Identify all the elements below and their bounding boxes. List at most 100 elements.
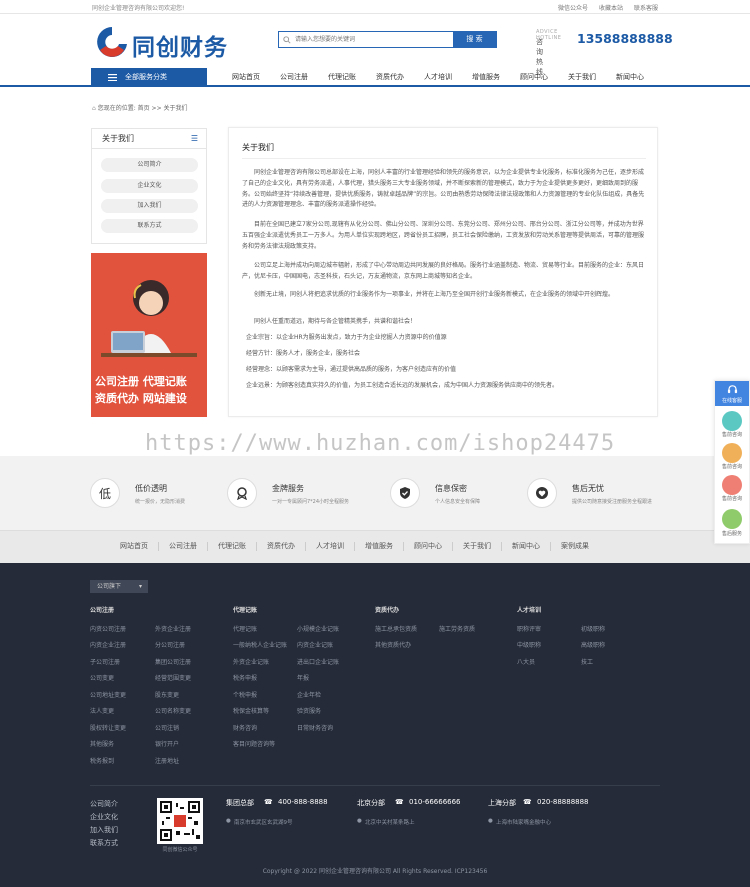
footer-link[interactable]: 银行开户 (155, 739, 179, 748)
footer-link[interactable]: 高级职称 (581, 640, 605, 649)
footer-link[interactable]: 公司名称变更 (155, 706, 191, 715)
footer-link[interactable]: 八大员 (517, 657, 535, 666)
consult-avatar-icon[interactable] (722, 443, 742, 463)
footer-link[interactable]: 股东变更 (155, 690, 179, 699)
footer-link[interactable]: 中级职称 (517, 640, 541, 649)
footer-link[interactable]: 税务报到 (90, 756, 114, 765)
wechat-link[interactable]: 微信公众号 (558, 3, 588, 12)
footer-link[interactable]: 外资企业记账 (233, 657, 269, 666)
consult-label[interactable]: 售前咨询 (715, 431, 749, 438)
nav-item-home[interactable]: 网站首页 (222, 68, 270, 87)
footer-nav-qualification[interactable]: 资质代办 (257, 542, 306, 551)
footer-nav-home[interactable]: 网站首页 (110, 542, 159, 551)
footer-link[interactable]: 公司地址变更 (90, 690, 126, 699)
footer-link[interactable]: 内资公司注册 (90, 624, 126, 633)
footer-nav-consultant[interactable]: 顾问中心 (404, 542, 453, 551)
footer-link[interactable]: 进出口企业记账 (297, 657, 339, 666)
footer-nav-news[interactable]: 新闻中心 (502, 542, 551, 551)
feature-title: 售后无忧 (572, 484, 604, 493)
sidebar-item-contact[interactable]: 联系方式 (101, 219, 198, 233)
nav-item-qualification[interactable]: 资质代办 (366, 68, 414, 87)
footer-nav-cases[interactable]: 案例成果 (551, 542, 599, 551)
footer-nav-value-added[interactable]: 增值服务 (355, 542, 404, 551)
footer-nav-registration[interactable]: 公司注册 (159, 542, 208, 551)
footer-link[interactable]: 内资企业记账 (297, 640, 333, 649)
consult-label[interactable]: 售前咨询 (715, 495, 749, 502)
footer-link[interactable]: 职称评审 (517, 624, 541, 633)
nav-item-news[interactable]: 新闻中心 (606, 68, 654, 87)
location-icon: ● (226, 818, 231, 824)
after-sales-avatar-icon[interactable] (722, 509, 742, 529)
about-content: 关于我们 同创企业管理咨询有限公司总部设在上海，同创人丰富的行业管理经验和领先的… (228, 127, 658, 417)
nav-item-bookkeeping[interactable]: 代理记账 (318, 68, 366, 87)
footer-link[interactable]: 年报 (297, 673, 309, 682)
features-bar: 低 低价透明 统一报价，无隐形消费 金牌服务 一对一专属顾问7*24小时全程服务… (0, 456, 750, 530)
footer-link[interactable]: 施工总承包资质 (375, 624, 417, 633)
logo[interactable]: 同创财务 (94, 24, 244, 61)
category-button[interactable]: 全部服务分类 (91, 68, 207, 87)
footer-link[interactable]: 经营范围变更 (155, 673, 191, 682)
footer-link[interactable]: 公司变更 (90, 673, 114, 682)
footer-link[interactable]: 代理记账 (233, 624, 257, 633)
office-address: 上海市陆家嘴金融中心 (496, 820, 552, 826)
sidebar-item-profile[interactable]: 公司简介 (101, 158, 198, 172)
footer-link[interactable]: 法人变更 (90, 706, 114, 715)
footer-bottom-link[interactable]: 企业文化 (90, 812, 118, 822)
footer-link[interactable]: 技工 (581, 657, 593, 666)
consult-avatar-icon[interactable] (722, 475, 742, 495)
nav-item-value-added[interactable]: 增值服务 (462, 68, 510, 87)
footer-link[interactable]: 公司注销 (155, 723, 179, 732)
footer-link[interactable]: 一般纳税人企业记账 (233, 640, 287, 649)
footer-link[interactable]: 初级职称 (581, 624, 605, 633)
footer-bottom-link[interactable]: 公司简介 (90, 799, 118, 809)
online-service-header[interactable]: 在线客服 (715, 381, 749, 406)
sidebar-item-join[interactable]: 加入我们 (101, 199, 198, 213)
footer-nav-about[interactable]: 关于我们 (453, 542, 502, 551)
menu-icon (108, 74, 117, 81)
footer-link[interactable]: 分公司注册 (155, 640, 185, 649)
footer-link[interactable]: 个税申报 (233, 690, 257, 699)
footer-nav-bookkeeping[interactable]: 代理记账 (208, 542, 257, 551)
footer-link[interactable]: 验资服务 (297, 706, 321, 715)
nav-item-consultant[interactable]: 顾问中心 (510, 68, 558, 87)
sidebar-item-culture[interactable]: 企业文化 (101, 179, 198, 193)
footer-link[interactable]: 注册地址 (155, 756, 179, 765)
footer-link[interactable]: 小规模企业记账 (297, 624, 339, 633)
search-input[interactable] (279, 32, 454, 47)
footer-bottom-link[interactable]: 联系方式 (90, 838, 118, 848)
footer-link[interactable]: 内资企业注册 (90, 640, 126, 649)
search-button[interactable]: 搜 索 (453, 32, 496, 47)
footer-bottom-link[interactable]: 加入我们 (90, 825, 118, 835)
footer-link[interactable]: 外资企业注册 (155, 624, 191, 633)
contact-link[interactable]: 联系客服 (634, 3, 658, 12)
logo-icon (97, 27, 127, 57)
footer-link[interactable]: 子公司注册 (90, 657, 120, 666)
nav-item-about[interactable]: 关于我们 (558, 68, 606, 87)
search-box: 搜 索 (278, 31, 497, 48)
footer-link[interactable]: 日常财务咨询 (297, 723, 333, 732)
footer-link[interactable]: 企业年检 (297, 690, 321, 699)
footer-link[interactable]: 其他资质代办 (375, 640, 411, 649)
favorite-link[interactable]: 收藏本站 (599, 3, 623, 12)
footer-link[interactable]: 税保金核算等 (233, 706, 269, 715)
footer-link[interactable]: 其他服务 (90, 739, 114, 748)
nav-item-registration[interactable]: 公司注册 (270, 68, 318, 87)
footer-link[interactable]: 财务咨询 (233, 723, 257, 732)
footer-link[interactable]: 客目问题咨询等 (233, 739, 275, 748)
subsidiary-dropdown[interactable]: 公司旗下 ▾ (90, 580, 148, 593)
nav-item-training[interactable]: 人才培训 (414, 68, 462, 87)
feature-desc: 统一报价，无隐形消费 (135, 499, 186, 505)
footer-link[interactable]: 税务申报 (233, 673, 257, 682)
paragraph-policy: 经营方针：服务人才，服务企业，服务社会 (246, 350, 361, 357)
phone-icon: ☎ (523, 798, 532, 806)
promo-banner[interactable]: 公司注册 代理记账 资质代办 网站建设 (91, 253, 207, 417)
sidebar-title: 关于我们 ☰ (92, 129, 206, 149)
after-sales-label[interactable]: 售后服务 (715, 530, 749, 537)
consult-avatar-icon[interactable] (722, 411, 742, 431)
footer-nav-training[interactable]: 人才培训 (306, 542, 355, 551)
phone-icon: ☎ (264, 798, 273, 806)
footer-link[interactable]: 股权转让变更 (90, 723, 126, 732)
footer-link[interactable]: 集团公司注册 (155, 657, 191, 666)
consult-label[interactable]: 售前咨询 (715, 463, 749, 470)
footer-link[interactable]: 施工劳务资质 (439, 624, 475, 633)
